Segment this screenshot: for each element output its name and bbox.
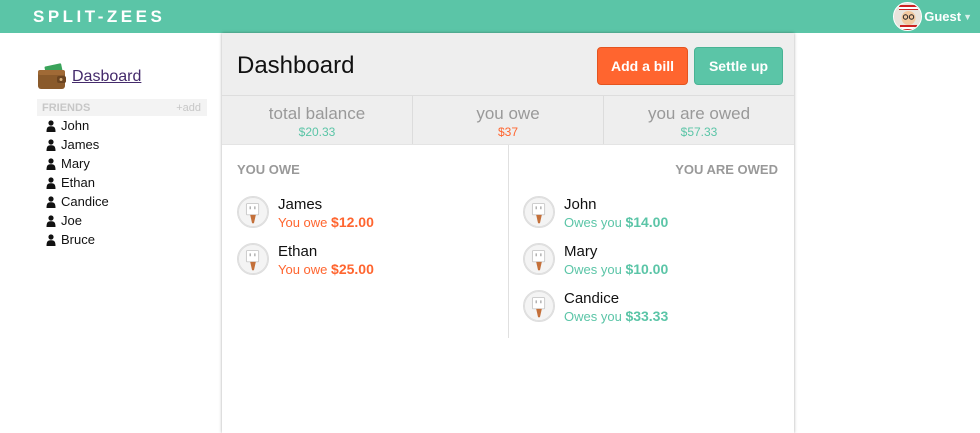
balance-entry[interactable]: Ethan You owe $25.00 [237, 243, 374, 278]
balance-entry-text: James You owe $12.00 [278, 196, 374, 231]
balance-value: $12.00 [331, 214, 374, 230]
friend-avatar [237, 243, 269, 275]
you-are-owed-value: $57.33 [680, 125, 718, 139]
balance-entry[interactable]: Candice Owes you $33.33 [523, 290, 668, 325]
friend-name: Mary [564, 243, 598, 260]
friend-avatar [523, 243, 555, 275]
user-menu[interactable]: Guest ▼ [893, 1, 972, 32]
balance-prefix: You owe [278, 262, 328, 277]
balance-entry[interactable]: John Owes you $14.00 [523, 196, 668, 231]
balance-columns: YOU OWE YOU ARE OWED James You owe $12.00… [222, 145, 794, 340]
balance-amount: Owes you $14.00 [564, 214, 668, 231]
user-icon [46, 214, 56, 227]
user-avatar[interactable] [893, 2, 923, 31]
settle-up-button[interactable]: Settle up [694, 47, 783, 85]
user-icon [46, 119, 56, 132]
sidebar-friend-item[interactable]: Bruce [37, 230, 207, 249]
total-balance-label: total balance [268, 104, 366, 123]
balance-value: $10.00 [625, 261, 669, 277]
wallet-icon [38, 63, 66, 89]
you-are-owed-total: you are owed $57.33 [604, 96, 794, 144]
sidebar-friend-item[interactable]: Candice [37, 192, 207, 211]
sidebar: Dasboard FRIENDS +add John James Mary Ethan… [37, 60, 207, 249]
user-name[interactable]: Guest [924, 9, 961, 24]
sidebar-friend-item[interactable]: John [37, 116, 207, 135]
friend-name[interactable]: Candice [61, 194, 109, 209]
friend-name: Candice [564, 290, 620, 307]
friend-name[interactable]: James [61, 137, 99, 152]
total-balance-value: $20.33 [298, 125, 336, 139]
you-owe-heading: YOU OWE [237, 162, 300, 177]
balance-entry-text: Ethan You owe $25.00 [278, 243, 374, 278]
column-divider [508, 145, 509, 338]
user-icon [46, 176, 56, 189]
balance-prefix: Owes you [564, 309, 622, 324]
sidebar-item-dashboard[interactable]: Dasboard [37, 60, 207, 94]
sidebar-friend-item[interactable]: Mary [37, 154, 207, 173]
dashboard-panel: Dashboard Add a bill Settle up total bal… [222, 33, 794, 433]
balance-entry-text: Mary Owes you $10.00 [564, 243, 668, 278]
add-bill-button[interactable]: Add a bill [597, 47, 688, 85]
page-title: Dashboard [237, 52, 355, 79]
balance-amount: You owe $25.00 [278, 261, 374, 278]
balance-prefix: You owe [278, 215, 328, 230]
sidebar-friend-item[interactable]: Joe [37, 211, 207, 230]
chevron-down-icon[interactable]: ▼ [963, 12, 972, 22]
friend-name: John [564, 196, 597, 213]
friend-name[interactable]: Joe [61, 213, 82, 228]
balance-entry[interactable]: Mary Owes you $10.00 [523, 243, 668, 278]
balance-entry-text: Candice Owes you $33.33 [564, 290, 668, 325]
balance-entry-text: John Owes you $14.00 [564, 196, 668, 231]
dashboard-header: Dashboard Add a bill Settle up [222, 33, 794, 96]
balance-summary: total balance $20.33 you owe $37 you are… [222, 96, 794, 145]
you-owe-value: $37 [497, 125, 519, 139]
balance-value: $14.00 [625, 214, 669, 230]
friend-name[interactable]: John [61, 118, 89, 133]
friend-name[interactable]: Ethan [61, 175, 95, 190]
you-are-owed-heading: YOU ARE OWED [675, 162, 778, 177]
user-icon [46, 195, 56, 208]
friend-avatar [523, 196, 555, 228]
app-logo[interactable]: SPLIT-ZEES [33, 7, 165, 27]
balance-prefix: Owes you [564, 215, 622, 230]
sidebar-friend-item[interactable]: James [37, 135, 207, 154]
balance-amount: You owe $12.00 [278, 214, 374, 231]
balance-entry[interactable]: James You owe $12.00 [237, 196, 374, 231]
balance-value: $33.33 [625, 308, 669, 324]
friend-name: James [278, 196, 323, 213]
add-friend-link[interactable]: +add [176, 102, 201, 114]
you-owe-total: you owe $37 [413, 96, 604, 144]
dashboard-link[interactable]: Dasboard [72, 68, 141, 86]
friend-name[interactable]: Mary [61, 156, 90, 171]
top-navbar: SPLIT-ZEES Guest ▼ [0, 0, 980, 33]
friends-header-label: FRIENDS [42, 101, 91, 114]
sidebar-friend-item[interactable]: Ethan [37, 173, 207, 192]
friend-name: Ethan [278, 243, 318, 260]
balance-prefix: Owes you [564, 262, 622, 277]
user-icon [46, 157, 56, 170]
you-owe-label: you owe [476, 104, 540, 123]
balance-amount: Owes you $33.33 [564, 308, 668, 325]
user-icon [46, 138, 56, 151]
friends-header: FRIENDS +add [37, 99, 207, 116]
friend-avatar [523, 290, 555, 322]
friend-avatar [237, 196, 269, 228]
user-icon [46, 233, 56, 246]
friend-name[interactable]: Bruce [61, 232, 95, 247]
friends-list: John James Mary Ethan Candice Joe Bruce [37, 116, 207, 249]
you-are-owed-label: you are owed [647, 104, 751, 123]
balance-value: $25.00 [331, 261, 374, 277]
total-balance: total balance $20.33 [222, 96, 413, 144]
balance-amount: Owes you $10.00 [564, 261, 668, 278]
